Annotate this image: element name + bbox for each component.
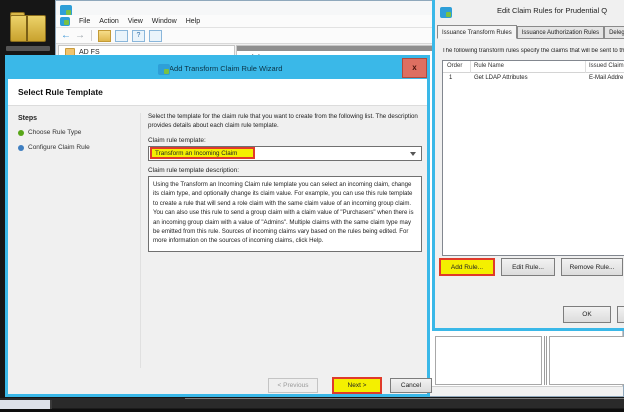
desktop-icon-label <box>6 46 50 51</box>
step-bullet-blue-icon <box>18 145 24 151</box>
action-pane-icon[interactable] <box>149 30 162 42</box>
dialog-title: Edit Claim Rules for Prudential Q <box>497 6 607 15</box>
column-issued-claim[interactable]: Issued Claim <box>589 63 624 69</box>
column-separator[interactable] <box>470 61 471 73</box>
dialog-titlebar[interactable]: Edit Claim Rules for Prudential Q <box>435 0 624 22</box>
previous-button[interactable]: < Previous <box>268 378 318 393</box>
claim-rule-template-label: Claim rule template: <box>148 137 206 144</box>
template-description-box: Using the Transform an Incoming Claim ru… <box>148 176 422 252</box>
help-icon[interactable]: ? <box>132 30 145 42</box>
step-label: Configure Claim Rule <box>28 144 90 151</box>
dropdown-selected-value: Transform an Incoming Claim <box>150 147 255 159</box>
claim-rule-template-dropdown[interactable]: Transform an Incoming Claim <box>148 146 422 161</box>
wizard-title: Add Transform Claim Rule Wizard <box>169 64 282 73</box>
toolbar-separator <box>91 30 92 41</box>
wizard-page-header: Select Rule Template <box>8 79 427 106</box>
template-description-label: Claim rule template description: <box>148 167 239 174</box>
adfs-snapin-icon <box>60 17 70 26</box>
add-transform-claim-rule-wizard: Add Transform Claim Rule Wizard x Select… <box>5 55 430 397</box>
tab-issuance-transform-rules[interactable]: Issuance Transform Rules <box>437 25 517 39</box>
bottom-panel-left <box>435 336 542 385</box>
edit-claim-rules-dialog: Edit Claim Rules for Prudential Q Issuan… <box>432 0 624 331</box>
console-tree-icon[interactable] <box>115 30 128 42</box>
steps-divider <box>140 113 141 368</box>
chevron-down-icon[interactable] <box>410 152 416 156</box>
desktop: AD FS File Action View Window Help ← → ?… <box>0 0 624 412</box>
cell-rule-name: Get LDAP Attributes <box>474 75 528 81</box>
add-rule-button[interactable]: Add Rule... <box>439 258 495 276</box>
cell-issued-claim: E-Mail Addre <box>589 75 623 81</box>
cell-order: 1 <box>449 75 452 81</box>
adfs-wizard-icon <box>158 64 170 75</box>
column-rule-name[interactable]: Rule Name <box>474 63 504 69</box>
menu-view[interactable]: View <box>128 18 143 25</box>
cancel-button[interactable]: Cancel <box>617 306 624 323</box>
menu-window[interactable]: Window <box>152 18 177 25</box>
panel-splitter[interactable] <box>544 336 547 385</box>
ok-button[interactable]: OK <box>563 306 611 323</box>
taskbar-edge-line <box>185 398 624 399</box>
wizard-titlebar[interactable]: Add Transform Claim Rule Wizard <box>8 58 427 79</box>
rules-table: Order Rule Name Issued Claim 1 Get LDAP … <box>442 60 624 256</box>
menu-help[interactable]: Help <box>186 18 200 25</box>
bottom-panel-right <box>549 336 624 385</box>
edit-rule-button[interactable]: Edit Rule... <box>501 258 555 276</box>
tab-delegation[interactable]: Delegation <box>604 26 624 39</box>
step-choose-rule-type[interactable]: Choose Rule Type <box>18 129 81 136</box>
adfs-dialog-icon <box>440 7 452 18</box>
forward-arrow-icon[interactable]: → <box>75 31 85 41</box>
export-icon[interactable] <box>98 30 111 42</box>
next-button[interactable]: Next > <box>332 377 382 394</box>
remove-rule-button[interactable]: Remove Rule... <box>561 258 623 276</box>
wizard-intro-text: Select the template for the claim rule t… <box>148 113 422 130</box>
folder-zip-detail <box>26 16 28 41</box>
page-title: Select Rule Template <box>18 87 103 97</box>
step-label: Choose Rule Type <box>28 129 81 136</box>
menu-action[interactable]: Action <box>99 18 118 25</box>
step-configure-claim-rule[interactable]: Configure Claim Rule <box>18 144 90 151</box>
step-bullet-green-icon <box>18 130 24 136</box>
cancel-button[interactable]: Cancel <box>390 378 432 393</box>
tab-issuance-authorization-rules[interactable]: Issuance Authorization Rules <box>517 26 604 39</box>
menu-file[interactable]: File <box>79 18 90 25</box>
back-arrow-icon[interactable]: ← <box>61 31 71 41</box>
close-icon[interactable]: x <box>402 58 427 78</box>
table-row[interactable]: 1 Get LDAP Attributes E-Mail Addre <box>443 74 624 85</box>
steps-title: Steps <box>18 115 37 122</box>
desktop-folder-icon[interactable] <box>10 12 46 42</box>
dialog-description: The following transform rules specify th… <box>442 48 624 54</box>
taskbar-button[interactable] <box>0 400 52 409</box>
taskbar[interactable] <box>0 398 624 412</box>
folder-body <box>10 15 46 42</box>
column-order[interactable]: Order <box>447 63 462 69</box>
tab-strip: Issuance Transform Rules Issuance Author… <box>437 25 624 39</box>
table-header-row: Order Rule Name Issued Claim <box>443 61 624 73</box>
column-separator[interactable] <box>585 61 586 73</box>
